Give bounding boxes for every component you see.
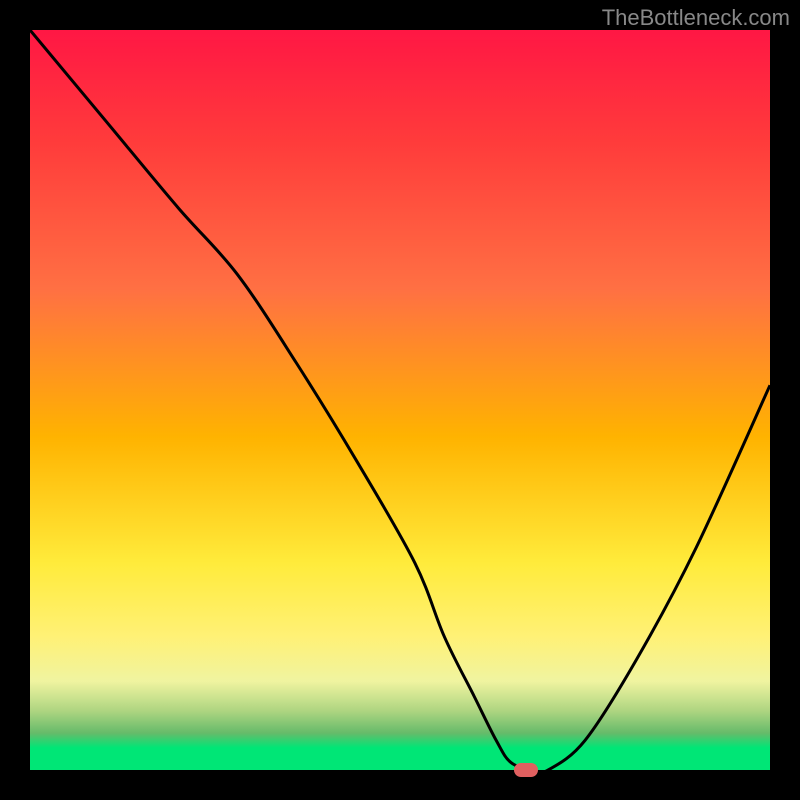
- optimum-marker: [514, 763, 538, 777]
- bottleneck-curve: [30, 30, 770, 770]
- watermark-text: TheBottleneck.com: [602, 5, 790, 31]
- chart-container: TheBottleneck.com: [0, 0, 800, 800]
- plot-area: [30, 30, 770, 770]
- curve-overlay: [30, 30, 770, 770]
